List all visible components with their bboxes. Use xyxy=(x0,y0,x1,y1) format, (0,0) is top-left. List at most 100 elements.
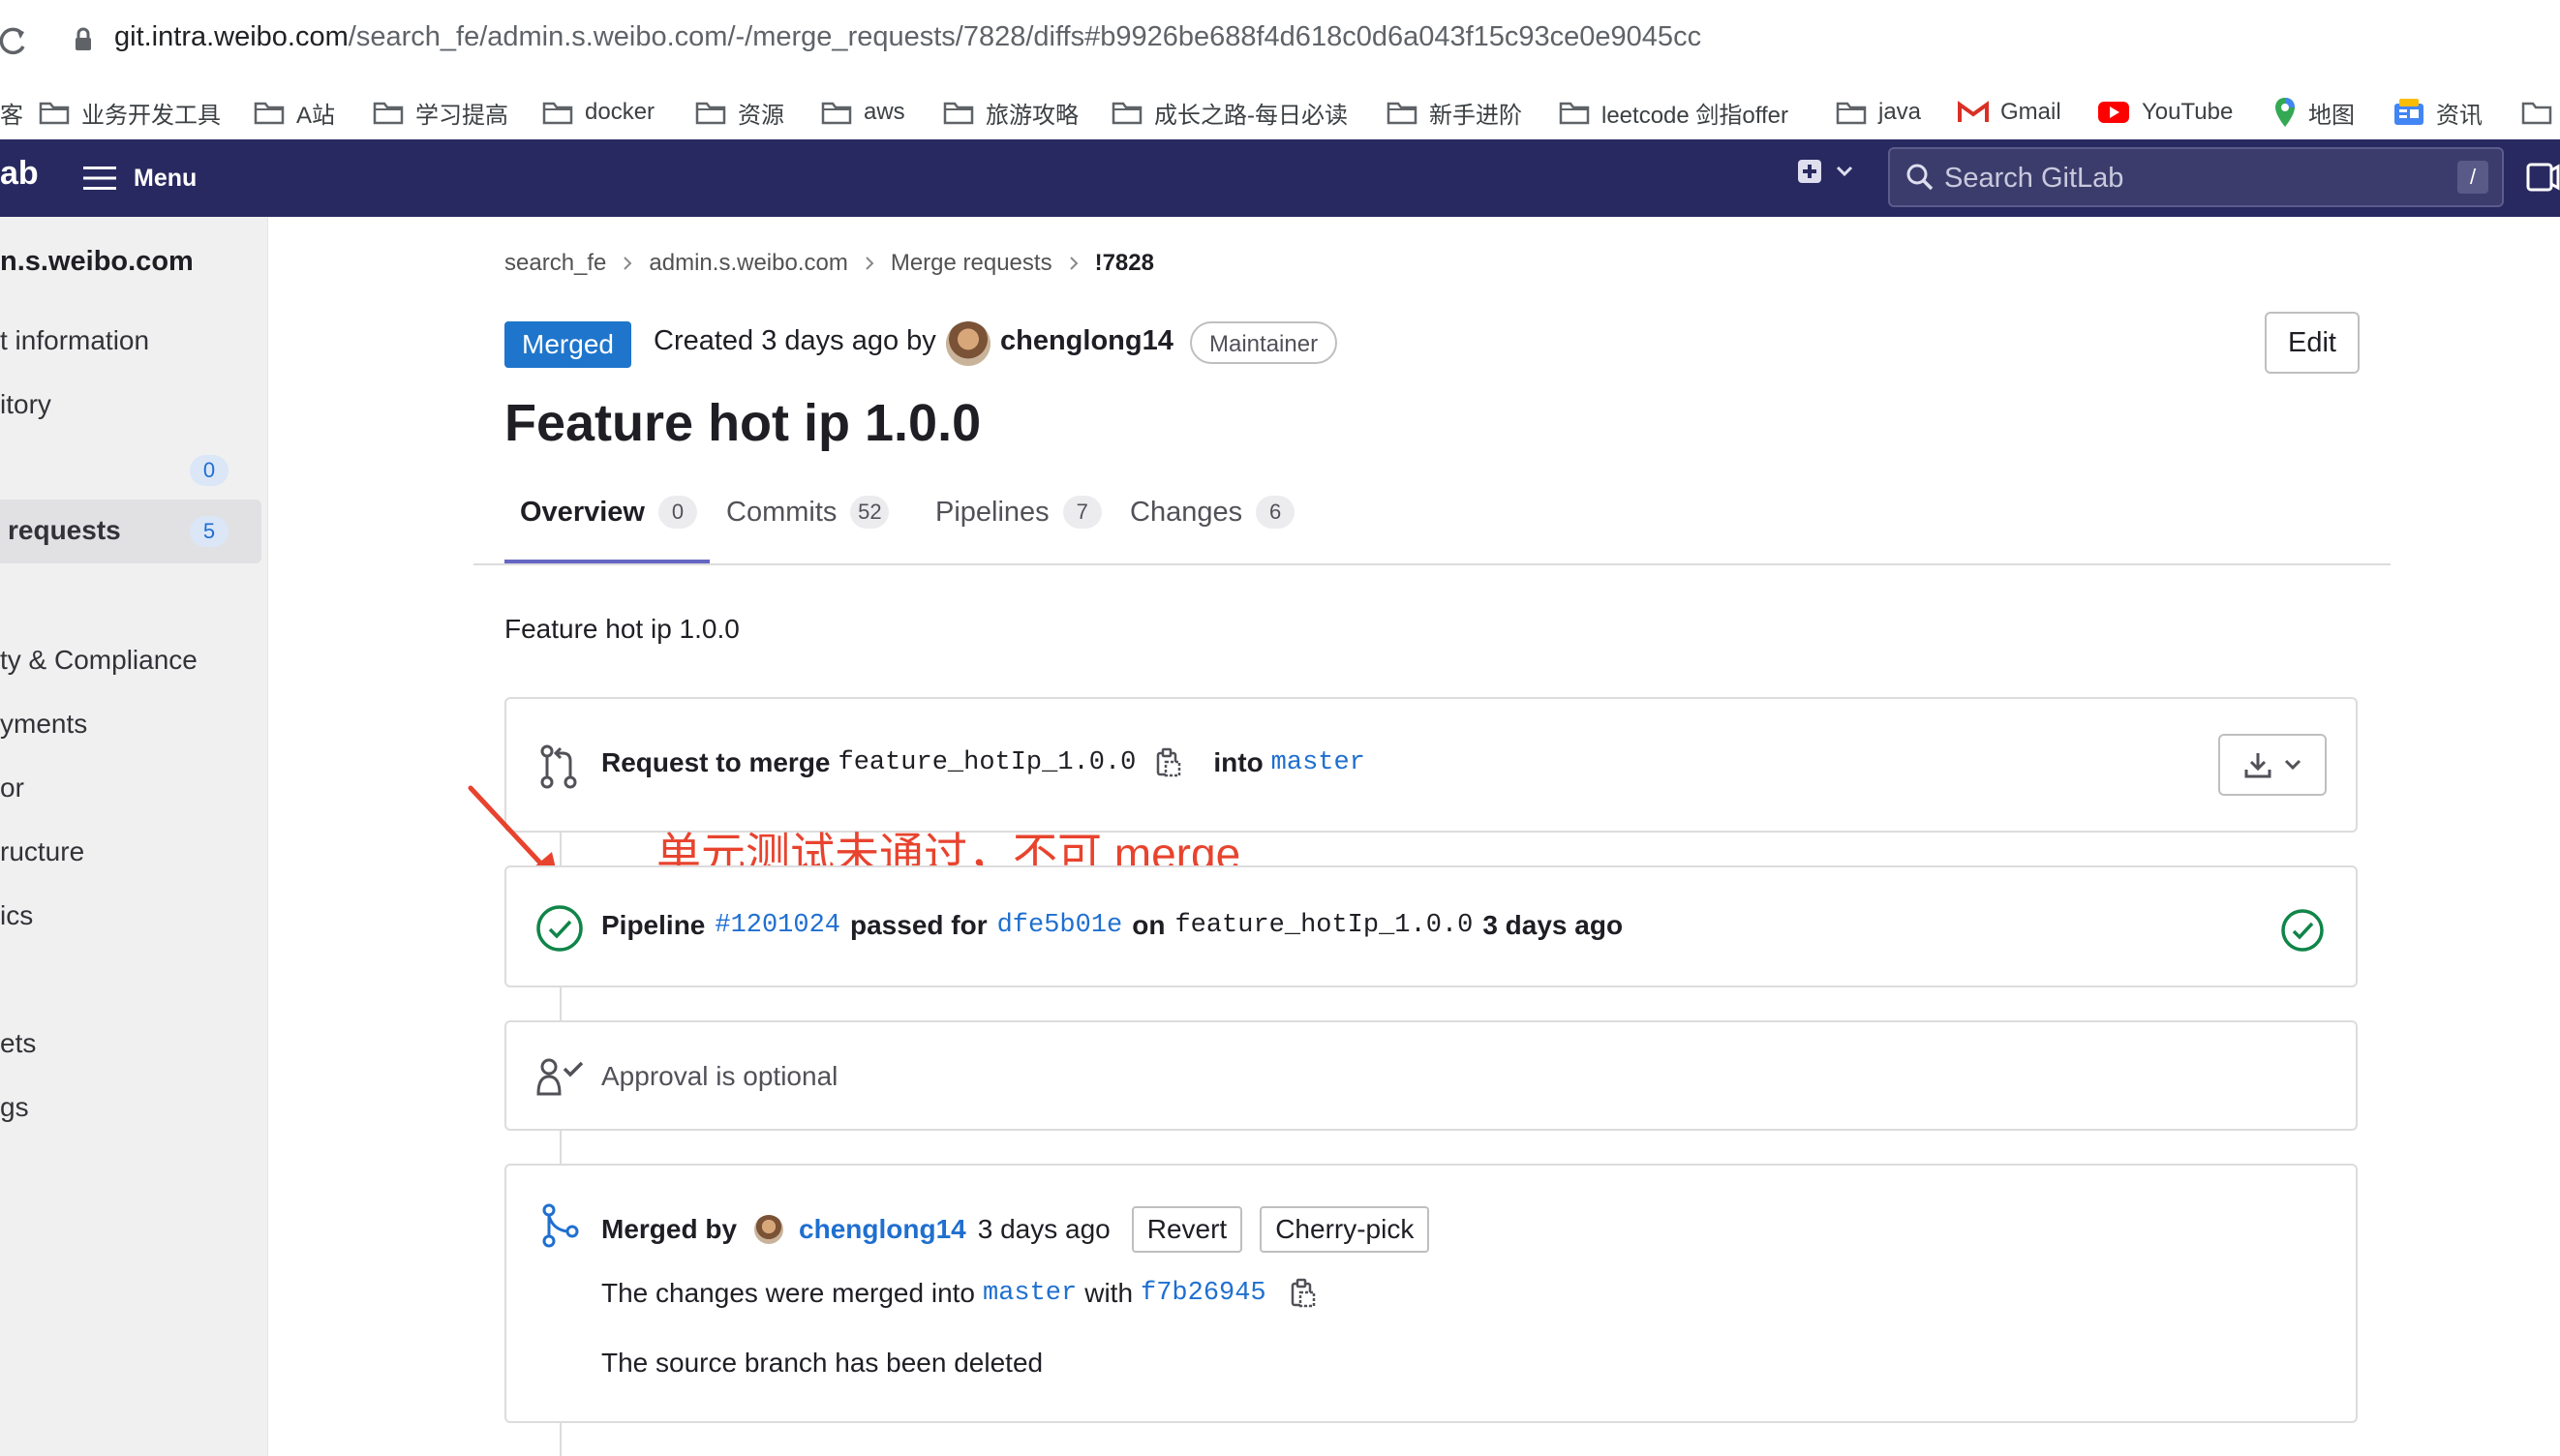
tab-pipelines[interactable]: Pipelines 7 xyxy=(935,496,1102,529)
bookmark-docker[interactable]: docker xyxy=(542,83,655,141)
breadcrumb-project[interactable]: admin.s.weibo.com xyxy=(649,250,847,277)
download-icon xyxy=(2244,753,2271,778)
copy-icon[interactable] xyxy=(1153,747,1182,778)
bookmark-maps[interactable]: 地图 xyxy=(2273,83,2355,141)
pipeline-branch: feature_hotIp_1.0.0 xyxy=(1174,911,1474,940)
approval-icon xyxy=(536,1058,584,1096)
issues-icon[interactable] xyxy=(2525,161,2560,196)
avatar[interactable] xyxy=(946,321,990,366)
author-link[interactable]: chenglong14 xyxy=(1000,325,1173,357)
bookmark-label: 旅游攻略 xyxy=(986,102,1079,129)
active-tab-indicator xyxy=(504,560,710,563)
sidebar-item-monitor[interactable]: or xyxy=(0,773,261,804)
bookmark-label: docker xyxy=(585,99,655,125)
source-branch[interactable]: feature_hotIp_1.0.0 xyxy=(838,748,1137,777)
sidebar-project-name[interactable]: n.s.weibo.com xyxy=(0,246,261,278)
sidebar-item-settings[interactable]: gs xyxy=(0,1092,261,1123)
plus-square-icon xyxy=(1798,160,1821,183)
folder-icon xyxy=(542,102,573,125)
chevron-right-icon xyxy=(1069,257,1078,270)
merged-by-user-link[interactable]: chenglong14 xyxy=(799,1214,966,1245)
breadcrumb-merge-requests[interactable]: Merge requests xyxy=(891,250,1052,277)
tab-changes[interactable]: Changes 6 xyxy=(1130,496,1295,529)
folder-icon xyxy=(1112,102,1143,125)
bookmark-leetcode[interactable]: leetcode 剑指offer xyxy=(1559,83,1788,141)
sidebar-item-analytics[interactable]: ics xyxy=(0,900,261,931)
bookmark-partial[interactable]: 客 xyxy=(0,83,23,141)
breadcrumb-current[interactable]: !7828 xyxy=(1095,250,1154,277)
gitlab-logo-text[interactable]: ab xyxy=(0,155,39,193)
merge-commit-link[interactable]: f7b26945 xyxy=(1141,1279,1266,1308)
pipeline-id-link[interactable]: #1201024 xyxy=(715,911,840,940)
sidebar-item-issues[interactable]: 0 xyxy=(0,449,261,492)
bookmark-resources[interactable]: 资源 xyxy=(695,83,784,141)
copy-icon[interactable] xyxy=(1288,1278,1317,1309)
sidebar-item-project-information[interactable]: t information xyxy=(0,325,261,356)
pipeline-status-icon[interactable] xyxy=(2280,908,2325,953)
bookmark-travel[interactable]: 旅游攻略 xyxy=(943,83,1079,141)
url-text[interactable]: git.intra.weibo.com/search_fe/admin.s.we… xyxy=(114,21,1701,53)
search-box[interactable]: / xyxy=(1888,147,2504,207)
tabs-divider xyxy=(473,563,2391,565)
browser-address-bar[interactable]: git.intra.weibo.com/search_fe/admin.s.we… xyxy=(0,0,2560,83)
avatar[interactable] xyxy=(754,1215,784,1244)
revert-button[interactable]: Revert xyxy=(1131,1206,1243,1253)
bookmark-learn[interactable]: 学习提高 xyxy=(373,83,508,141)
bookmark-label: 成长之路-每日必读 xyxy=(1154,102,1348,129)
bookmark-newbie[interactable]: 新手进阶 xyxy=(1387,83,1522,141)
pipeline-card: Pipeline #1201024 passed for dfe5b01e on… xyxy=(504,865,2358,987)
bookmark-label: Gmail xyxy=(2000,99,2061,125)
tab-commits[interactable]: Commits 52 xyxy=(726,496,890,529)
cherry-pick-button[interactable]: Cherry-pick xyxy=(1260,1206,1430,1253)
issues-count-badge: 0 xyxy=(190,455,229,486)
target-branch-link[interactable]: master xyxy=(1271,748,1365,777)
bookmark-a-station[interactable]: A站 xyxy=(254,83,335,141)
sidebar-item-repository[interactable]: itory xyxy=(0,389,261,420)
folder-icon xyxy=(695,102,726,125)
chevron-down-icon xyxy=(2284,759,2301,771)
bookmark-label: 学习提高 xyxy=(415,102,508,129)
check-circle-icon xyxy=(536,905,583,952)
bookmark-biz-tools[interactable]: 业务开发工具 xyxy=(39,83,221,141)
sidebar-item-deployments[interactable]: yments xyxy=(0,709,261,740)
bookmark-label: 地图 xyxy=(2308,102,2355,129)
page-title: Feature hot ip 1.0.0 xyxy=(504,394,982,452)
bookmark-overflow[interactable] xyxy=(2521,83,2552,141)
commit-link[interactable]: dfe5b01e xyxy=(997,911,1123,940)
download-dropdown-button[interactable] xyxy=(2218,734,2327,796)
folder-icon xyxy=(1387,102,1417,125)
bookmark-aws[interactable]: aws xyxy=(821,83,905,141)
tab-overview[interactable]: Overview 0 xyxy=(520,496,697,529)
sidebar-item-merge-requests[interactable]: requests 5 xyxy=(0,500,261,563)
folder-icon xyxy=(943,102,974,125)
new-item-dropdown[interactable] xyxy=(1797,159,1853,184)
breadcrumb-group[interactable]: search_fe xyxy=(504,250,606,277)
search-icon xyxy=(1906,164,1934,191)
bookmark-label: YouTube xyxy=(2142,99,2234,125)
sidebar-item-infrastructure[interactable]: ructure xyxy=(0,836,261,867)
folder-icon xyxy=(254,102,285,125)
merged-target-branch-link[interactable]: master xyxy=(983,1279,1077,1308)
bookmark-label: A站 xyxy=(296,102,336,129)
bookmark-label: 资讯 xyxy=(2436,102,2483,129)
bookmark-label: 资源 xyxy=(738,102,784,129)
bookmark-java[interactable]: java xyxy=(1836,83,1921,141)
mr-description: Feature hot ip 1.0.0 xyxy=(504,614,740,644)
chevron-right-icon xyxy=(866,257,874,270)
bookmark-news[interactable]: 资讯 xyxy=(2393,83,2483,141)
edit-button[interactable]: Edit xyxy=(2265,312,2360,374)
folder-icon xyxy=(39,102,70,125)
approval-text: Approval is optional xyxy=(601,1061,838,1091)
bookmark-label: 业务开发工具 xyxy=(81,102,221,129)
menu-button[interactable]: Menu xyxy=(83,145,197,211)
bookmark-growth[interactable]: 成长之路-每日必读 xyxy=(1112,83,1348,141)
bookmark-youtube[interactable]: YouTube xyxy=(2097,83,2233,141)
search-input[interactable] xyxy=(1942,149,2411,207)
reload-icon[interactable] xyxy=(0,23,29,58)
sidebar-item-security-compliance[interactable]: ty & Compliance xyxy=(0,645,261,676)
pipeline-status-line: Pipeline #1201024 passed for dfe5b01e on… xyxy=(601,910,1624,940)
sidebar-item-snippets[interactable]: ets xyxy=(0,1028,261,1059)
gmail-icon xyxy=(1958,101,1989,122)
bookmark-gmail[interactable]: Gmail xyxy=(1958,83,2061,141)
bookmark-label: java xyxy=(1878,99,1922,125)
